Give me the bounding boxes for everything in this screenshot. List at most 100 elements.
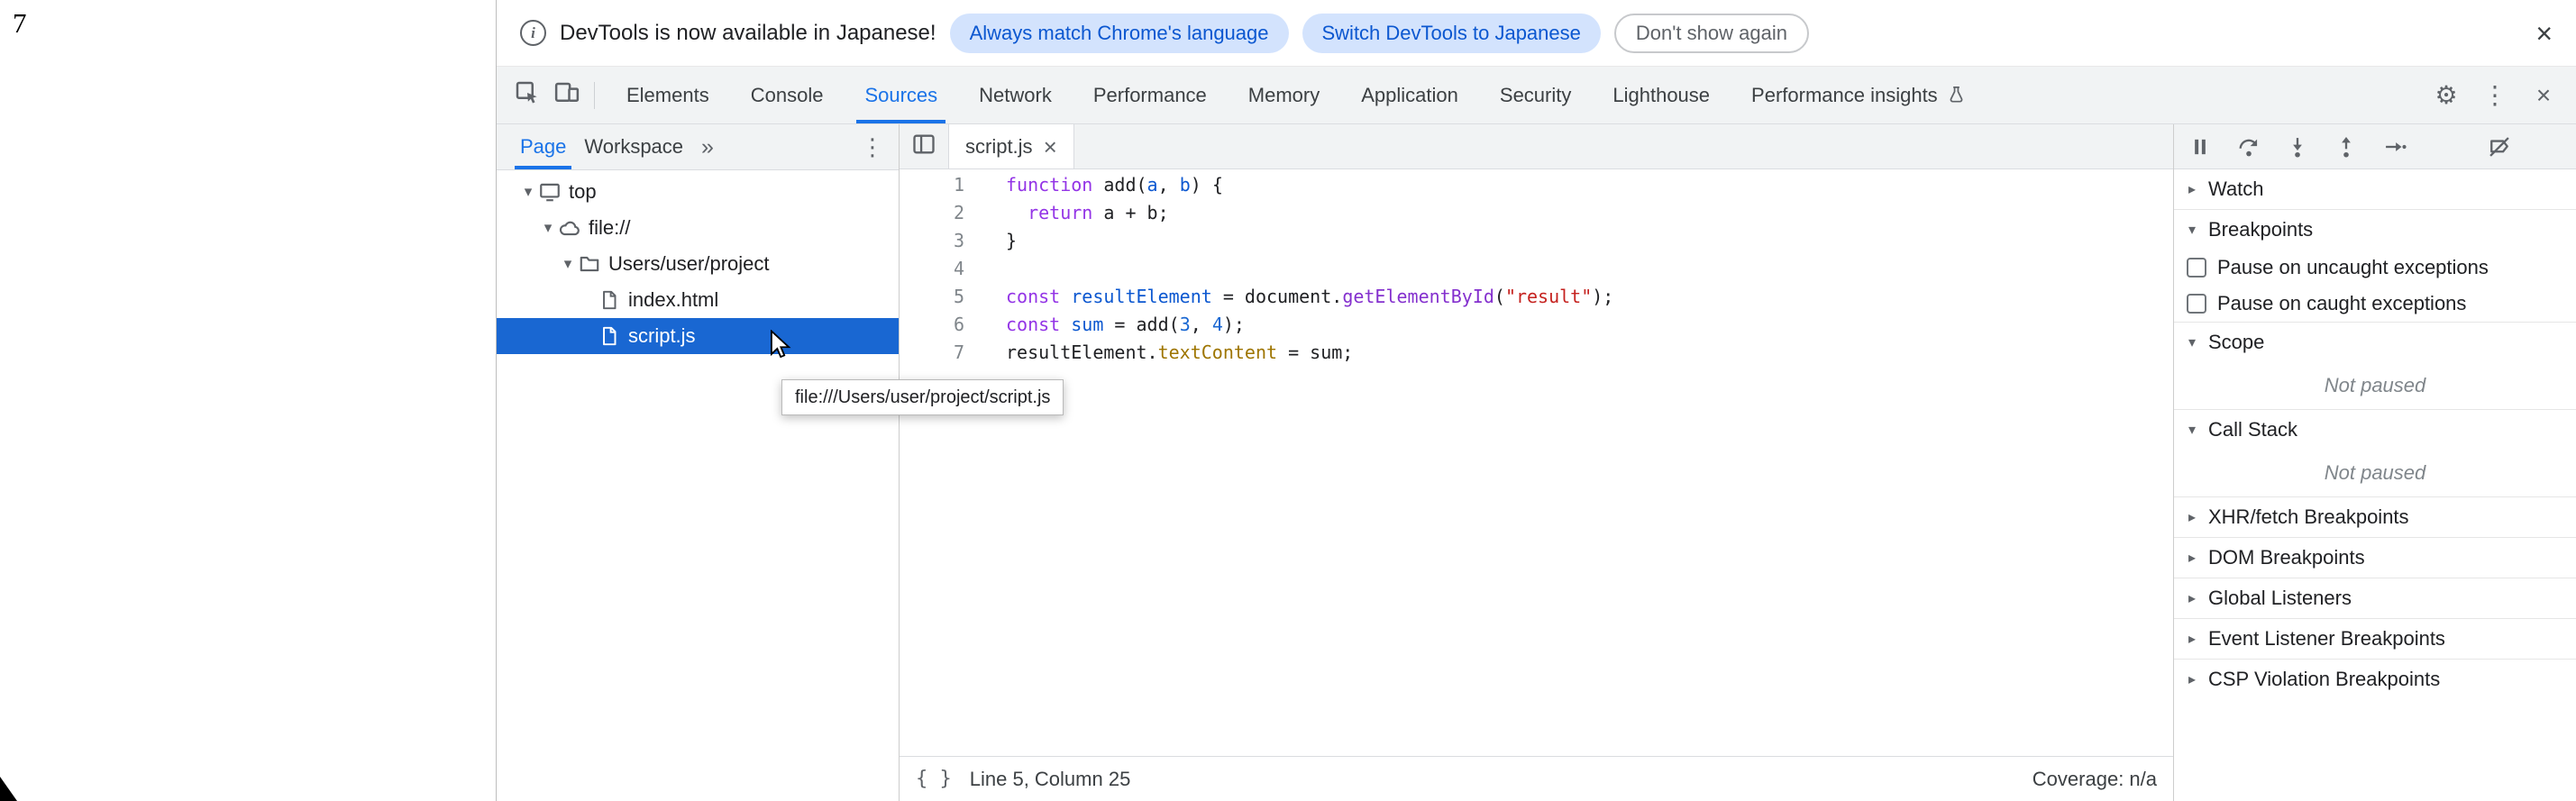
checkbox[interactable] (2187, 258, 2206, 278)
section-header-xhr-fetch-breakpoints[interactable]: ▸XHR/fetch Breakpoints (2174, 497, 2576, 537)
inspect-icon (514, 79, 541, 111)
pretty-print-button[interactable]: { } (916, 768, 952, 790)
section-header-scope[interactable]: ▾Scope (2174, 323, 2576, 362)
gutter-line-number[interactable]: 3 (900, 227, 970, 255)
section-header-dom-breakpoints[interactable]: ▸DOM Breakpoints (2174, 538, 2576, 578)
tab-label: Console (751, 84, 824, 107)
tab-security[interactable]: Security (1479, 67, 1592, 123)
more-tabs-button[interactable]: » (692, 134, 723, 160)
navigator-tab-page[interactable]: Page (511, 124, 575, 169)
section-header-global-listeners[interactable]: ▸Global Listeners (2174, 578, 2576, 618)
kebab-menu-button[interactable]: ⋮ (2475, 76, 2515, 115)
expander-down-icon[interactable]: ▾ (538, 219, 558, 237)
navigator-tab-workspace[interactable]: Workspace (575, 124, 692, 169)
device-toolbar-button[interactable] (547, 76, 587, 115)
expander-right-icon: ▸ (2183, 508, 2201, 526)
infobar-button-don-t-show-again[interactable]: Don't show again (1614, 14, 1809, 53)
tab-label: Security (1500, 84, 1571, 107)
tab-network[interactable]: Network (958, 67, 1073, 123)
section-scope: ▾ScopeNot paused (2174, 322, 2576, 409)
tab-label: Application (1361, 84, 1458, 107)
editor-tab-label: script.js (965, 135, 1033, 159)
expander-down-icon[interactable]: ▾ (518, 183, 538, 201)
infobar-close-button[interactable]: × (2532, 19, 2556, 48)
tree-item-script-js[interactable]: script.js (497, 318, 899, 354)
toggle-navigator-button[interactable] (900, 124, 948, 168)
editor-tab-script-js[interactable]: script.js × (948, 124, 1074, 168)
inspect-element-button[interactable] (507, 76, 547, 115)
tab-sources[interactable]: Sources (844, 67, 958, 123)
breakpoint-option-pause-on-uncaught-exceptions[interactable]: Pause on uncaught exceptions (2174, 250, 2576, 286)
expander-right-icon: ▸ (2183, 589, 2201, 607)
debugger-sidebar: ▸Watch▾BreakpointsPause on uncaught exce… (2173, 124, 2576, 801)
gutter-line-number[interactable]: 1 (900, 171, 970, 199)
code-line-text[interactable]: const sum = add(3, 4); (970, 311, 1245, 339)
tree-item-file[interactable]: ▾ file:// (497, 210, 899, 246)
tree-item-label: script.js (628, 324, 696, 348)
cursor-position-text: Line 5, Column 25 (970, 768, 1131, 791)
gutter-line-number[interactable]: 2 (900, 199, 970, 227)
section-global-listeners: ▸Global Listeners (2174, 578, 2576, 618)
tab-performance[interactable]: Performance (1073, 67, 1228, 123)
step-over-icon[interactable] (2235, 133, 2262, 160)
editor-tab-close-icon[interactable]: × (1044, 135, 1057, 159)
tab-label: Memory (1248, 84, 1320, 107)
code-editor[interactable]: 1function add(a, b) {2 return a + b;3}45… (900, 169, 2173, 756)
section-event-listener-breakpoints: ▸Event Listener Breakpoints (2174, 618, 2576, 659)
tree-item-index-html[interactable]: index.html (497, 282, 899, 318)
gutter-line-number[interactable]: 6 (900, 311, 970, 339)
tree-item-users-user-project[interactable]: ▾Users/user/project (497, 246, 899, 282)
section-header-event-listener-breakpoints[interactable]: ▸Event Listener Breakpoints (2174, 619, 2576, 659)
navigator-menu-button[interactable]: ⋮ (857, 133, 888, 161)
section-header-csp-violation-breakpoints[interactable]: ▸ CSP Violation Breakpoints (2174, 660, 2576, 699)
infobar-button-switch-devtools-to-japanese[interactable]: Switch DevTools to Japanese (1302, 14, 1601, 53)
gutter-line-number[interactable]: 7 (900, 339, 970, 367)
expander-down-icon: ▾ (2183, 333, 2201, 351)
panel-toggle-icon (911, 132, 936, 161)
expander-down-icon[interactable]: ▾ (558, 255, 578, 273)
gutter-line-number[interactable]: 4 (900, 255, 970, 283)
step-into-icon[interactable] (2284, 133, 2311, 160)
code-line-text[interactable]: } (970, 227, 1017, 255)
tab-lighthouse[interactable]: Lighthouse (1592, 67, 1731, 123)
tab-elements[interactable]: Elements (606, 67, 730, 123)
code-line-text[interactable]: return a + b; (970, 199, 1169, 227)
breakpoint-option-pause-on-caught-exceptions[interactable]: Pause on caught exceptions (2174, 286, 2576, 322)
tab-memory[interactable]: Memory (1228, 67, 1340, 123)
code-line-text[interactable]: function add(a, b) { (970, 171, 1223, 199)
tab-label: Sources (864, 84, 937, 107)
gutter-line-number[interactable]: 5 (900, 283, 970, 311)
code-line-text[interactable] (970, 255, 1006, 283)
code-line: 6const sum = add(3, 4); (900, 311, 2173, 339)
tree-item-label: index.html (628, 288, 718, 312)
section-header-breakpoints[interactable]: ▾Breakpoints (2174, 210, 2576, 250)
editor-tab-bar: script.js × (900, 124, 2173, 169)
code-line: 2 return a + b; (900, 199, 2173, 227)
settings-gear-button[interactable]: ⚙ (2426, 76, 2466, 115)
tab-application[interactable]: Application (1340, 67, 1479, 123)
tree-item-top[interactable]: ▾top (497, 174, 899, 210)
section-label: DOM Breakpoints (2208, 546, 2365, 569)
deactivate-breakpoints-icon[interactable] (2486, 133, 2513, 160)
step-icon[interactable] (2381, 133, 2408, 160)
pause-icon[interactable] (2187, 133, 2214, 160)
code-line-text[interactable]: const resultElement = document.getElemen… (970, 283, 1613, 311)
code-line: 4 (900, 255, 2173, 283)
tree-item-label: file:// (589, 216, 630, 240)
infobar-button-always-match-chrome-s-language[interactable]: Always match Chrome's language (950, 14, 1289, 53)
step-out-icon[interactable] (2333, 133, 2360, 160)
section-header-call-stack[interactable]: ▾Call Stack (2174, 410, 2576, 450)
cursor-artifact (0, 774, 20, 801)
tab-console[interactable]: Console (730, 67, 845, 123)
checkbox[interactable] (2187, 294, 2206, 314)
section-csp-violation-breakpoints: ▸ CSP Violation Breakpoints (2174, 659, 2576, 699)
navigator-tabs: PageWorkspace (511, 124, 692, 169)
code-line-text[interactable]: resultElement.textContent = sum; (970, 339, 1353, 367)
tab-performance-insights[interactable]: Performance insights (1731, 67, 1987, 123)
section-label: CSP Violation Breakpoints (2208, 668, 2440, 691)
section-call-stack: ▾Call StackNot paused (2174, 409, 2576, 496)
section-header-watch[interactable]: ▸Watch (2174, 169, 2576, 209)
devtools-close-button[interactable]: × (2524, 76, 2563, 115)
expander-right-icon: ▸ (2183, 670, 2201, 688)
file-tree: ▾top▾file://▾Users/user/projectindex.htm… (497, 170, 899, 801)
